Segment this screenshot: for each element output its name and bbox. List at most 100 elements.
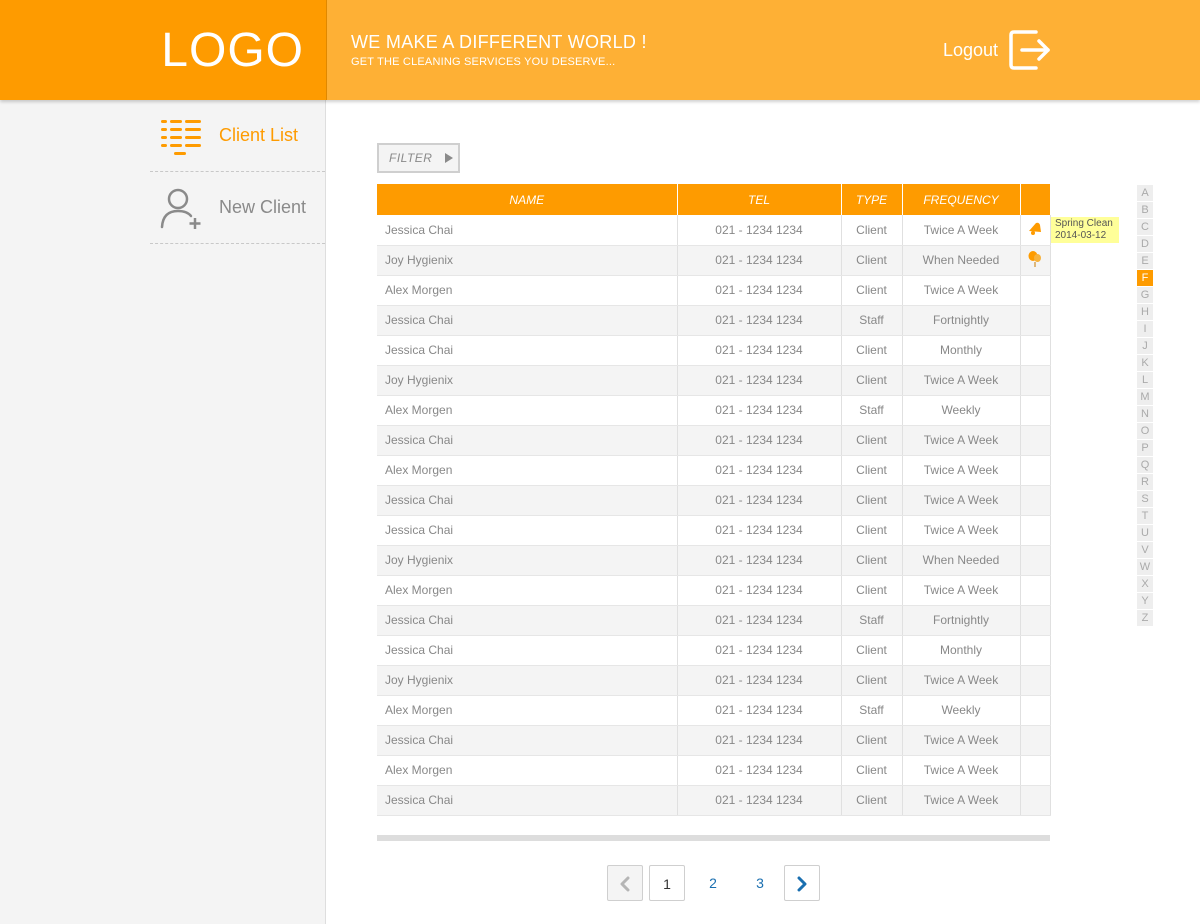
cell-type: Staff: [841, 605, 903, 636]
alphabet-letter-j[interactable]: J: [1137, 338, 1153, 354]
sidebar-item-label[interactable]: Client List: [219, 125, 298, 146]
column-header-type[interactable]: TYPE: [841, 184, 903, 215]
table-row[interactable]: Jessica Chai 021 - 1234 1234 Client Twice A…: [377, 485, 1051, 516]
sidebar-item-new-client[interactable]: New Client: [150, 172, 325, 244]
table-row[interactable]: Jessica Chai 021 - 1234 1234 Client Twice A…: [377, 725, 1051, 756]
column-header-frequency[interactable]: FREQUENCY: [902, 184, 1021, 215]
cell-frequency: Twice A Week: [902, 515, 1021, 546]
sidebar-item-client-list[interactable]: Client List: [150, 100, 325, 172]
cell-flag: [1020, 725, 1051, 756]
alphabet-letter-m[interactable]: M: [1137, 389, 1153, 405]
filter-button[interactable]: FILTER: [377, 143, 460, 173]
cell-flag: [1020, 665, 1051, 696]
alphabet-letter-f[interactable]: F: [1137, 270, 1153, 286]
cell-tel: 021 - 1234 1234: [677, 335, 842, 366]
table-row[interactable]: Alex Morgen 021 - 1234 1234 Staff Weekly: [377, 395, 1051, 426]
table-row[interactable]: Alex Morgen 021 - 1234 1234 Client Twice A …: [377, 755, 1051, 786]
table-row[interactable]: Jessica Chai 021 - 1234 1234 Client Twice A…: [377, 785, 1051, 816]
alphabet-letter-c[interactable]: C: [1137, 219, 1153, 235]
sidebar-item-label[interactable]: New Client: [219, 197, 306, 218]
next-page-button[interactable]: [784, 865, 820, 901]
alphabet-letter-a[interactable]: A: [1137, 185, 1153, 201]
alphabet-letter-n[interactable]: N: [1137, 406, 1153, 422]
reminder-tooltip: Spring Clean 2014-03-12: [1051, 217, 1119, 243]
alphabet-letter-p[interactable]: P: [1137, 440, 1153, 456]
alphabet-letter-g[interactable]: G: [1137, 287, 1153, 303]
cell-frequency: Weekly: [902, 395, 1021, 426]
table-row[interactable]: Jessica Chai 021 - 1234 1234 Client Monthly: [377, 335, 1051, 366]
column-header-name[interactable]: NAME: [377, 184, 678, 215]
alphabet-letter-d[interactable]: D: [1137, 236, 1153, 252]
alphabet-letter-x[interactable]: X: [1137, 576, 1153, 592]
alphabet-letter-r[interactable]: R: [1137, 474, 1153, 490]
alphabet-letter-l[interactable]: L: [1137, 372, 1153, 388]
cell-flag: [1020, 455, 1051, 486]
table-row[interactable]: Alex Morgen 021 - 1234 1234 Staff Weekly: [377, 695, 1051, 726]
alphabet-letter-z[interactable]: Z: [1137, 610, 1153, 626]
cell-tel: 021 - 1234 1234: [677, 215, 842, 246]
table-row[interactable]: Jessica Chai 021 - 1234 1234 Client Monthly: [377, 635, 1051, 666]
table-scrollbar[interactable]: [377, 835, 1050, 841]
cell-flag[interactable]: [1020, 215, 1051, 246]
play-icon: [445, 153, 454, 163]
table-row[interactable]: Alex Morgen 021 - 1234 1234 Client Twice A …: [377, 275, 1051, 306]
alphabet-letter-t[interactable]: T: [1137, 508, 1153, 524]
cell-frequency: Twice A Week: [902, 425, 1021, 456]
alphabet-letter-u[interactable]: U: [1137, 525, 1153, 541]
alphabet-letter-s[interactable]: S: [1137, 491, 1153, 507]
page-1-button[interactable]: 1: [649, 865, 685, 901]
cell-flag[interactable]: [1020, 245, 1051, 276]
cell-tel: 021 - 1234 1234: [677, 485, 842, 516]
alphabet-letter-q[interactable]: Q: [1137, 457, 1153, 473]
alphabet-letter-e[interactable]: E: [1137, 253, 1153, 269]
table-row[interactable]: Joy Hygienix 021 - 1234 1234 Client When Ne…: [377, 545, 1051, 576]
cell-frequency: When Needed: [902, 545, 1021, 576]
cell-name: Jessica Chai: [377, 335, 678, 366]
filter-label[interactable]: FILTER: [389, 151, 432, 165]
alphabet-letter-k[interactable]: K: [1137, 355, 1153, 371]
page-3-link[interactable]: 3: [742, 865, 778, 901]
alphabet-letter-i[interactable]: I: [1137, 321, 1153, 337]
cell-type: Client: [841, 275, 903, 306]
cell-frequency: Twice A Week: [902, 665, 1021, 696]
table-row[interactable]: Jessica Chai 021 - 1234 1234 Staff Fortnigh…: [377, 305, 1051, 336]
logo[interactable]: LOGO: [161, 23, 304, 78]
cell-flag: [1020, 305, 1051, 336]
cell-flag: [1020, 605, 1051, 636]
cell-frequency: When Needed: [902, 245, 1021, 276]
logout-button[interactable]: Logout: [943, 28, 1052, 72]
cell-frequency: Twice A Week: [902, 365, 1021, 396]
table-row[interactable]: Joy Hygienix 021 - 1234 1234 Client Twice A…: [377, 365, 1051, 396]
prev-page-button[interactable]: [607, 865, 643, 901]
table-row[interactable]: Jessica Chai 021 - 1234 1234 Client Twice A…: [377, 215, 1051, 246]
sidebar: Client List New Client: [0, 100, 326, 924]
cell-tel: 021 - 1234 1234: [677, 635, 842, 666]
table-row[interactable]: Jessica Chai 021 - 1234 1234 Staff Fortnigh…: [377, 605, 1051, 636]
cell-type: Client: [841, 785, 903, 816]
logout-icon[interactable]: [1008, 28, 1052, 72]
table-row[interactable]: Jessica Chai 021 - 1234 1234 Client Twice A…: [377, 515, 1051, 546]
logout-label[interactable]: Logout: [943, 40, 998, 61]
cell-flag: [1020, 575, 1051, 606]
table-row[interactable]: Joy Hygienix 021 - 1234 1234 Client Twice A…: [377, 665, 1051, 696]
table-row[interactable]: Alex Morgen 021 - 1234 1234 Client Twice A …: [377, 575, 1051, 606]
balloon-icon[interactable]: [1027, 250, 1043, 268]
column-header-tel[interactable]: TEL: [677, 184, 842, 215]
cell-type: Client: [841, 215, 903, 246]
table-header-row: NAME TEL TYPE FREQUENCY: [377, 184, 1050, 215]
cell-type: Staff: [841, 395, 903, 426]
alphabet-letter-o[interactable]: O: [1137, 423, 1153, 439]
alphabet-letter-b[interactable]: B: [1137, 202, 1153, 218]
table-row[interactable]: Jessica Chai 021 - 1234 1234 Client Twice A…: [377, 425, 1051, 456]
page-2-link[interactable]: 2: [695, 865, 731, 901]
bell-icon[interactable]: [1027, 220, 1043, 236]
alphabet-letter-v[interactable]: V: [1137, 542, 1153, 558]
cell-tel: 021 - 1234 1234: [677, 275, 842, 306]
alphabet-letter-w[interactable]: W: [1137, 559, 1153, 575]
table-row[interactable]: Joy Hygienix 021 - 1234 1234 Client When Ne…: [377, 245, 1051, 276]
alphabet-letter-h[interactable]: H: [1137, 304, 1153, 320]
table-row[interactable]: Alex Morgen 021 - 1234 1234 Client Twice A …: [377, 455, 1051, 486]
cell-name: Jessica Chai: [377, 605, 678, 636]
alphabet-letter-y[interactable]: Y: [1137, 593, 1153, 609]
banner: WE MAKE A DIFFERENT WORLD ! GET THE CLEA…: [326, 0, 1200, 100]
